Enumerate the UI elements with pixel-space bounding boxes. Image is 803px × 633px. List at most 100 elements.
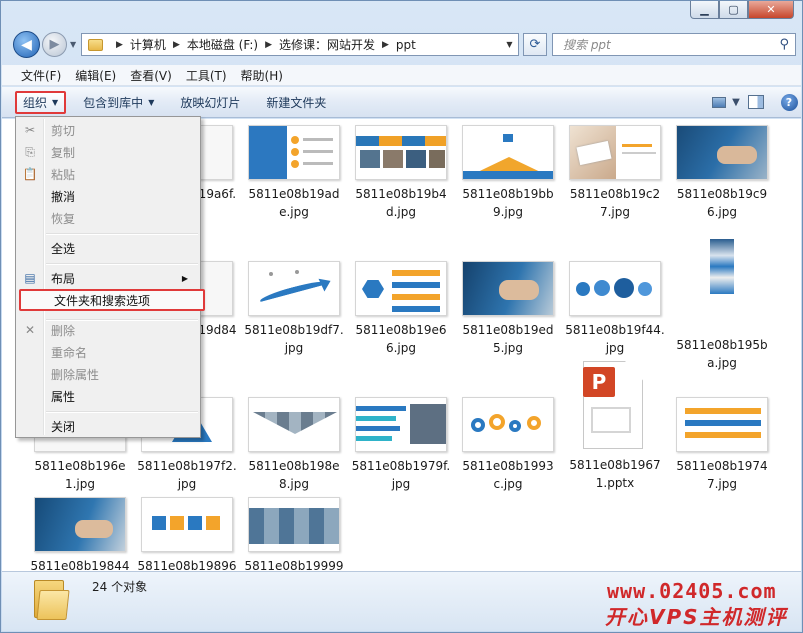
- menu-item-label: 重命名: [51, 345, 88, 360]
- file-name: 5811e08b19c96.jpg: [676, 187, 768, 219]
- organize-label: 组织: [23, 95, 48, 110]
- file-thumbnail: [248, 397, 340, 452]
- image-file-item[interactable]: 5811e08b195ba.jpg: [672, 239, 772, 372]
- breadcrumb-ppt[interactable]: ppt: [396, 38, 416, 52]
- image-file-item[interactable]: 5811e08b19999: [244, 497, 344, 571]
- help-icon: ?: [780, 93, 798, 111]
- menu-item-label: 全选: [51, 241, 76, 256]
- address-dropdown-icon[interactable]: ▼: [501, 34, 518, 55]
- image-file-item[interactable]: 5811e08b19ed5.jpg: [458, 261, 558, 357]
- breadcrumb-separator-icon[interactable]: ▶: [116, 40, 123, 50]
- search-input[interactable]: 搜索 ppt ⚲: [552, 33, 796, 56]
- menu-item-redo[interactable]: 恢复: [18, 207, 198, 229]
- menu-item-label: 删除: [51, 323, 76, 338]
- menu-item-layout[interactable]: ▤ 布局 ▶: [18, 267, 198, 289]
- change-view-button[interactable]: ▼: [711, 91, 741, 113]
- file-thumbnail: [248, 261, 340, 316]
- breadcrumb-course[interactable]: 选修课：网站开发: [279, 36, 375, 53]
- maximize-button[interactable]: ▢: [719, 1, 748, 19]
- breadcrumb-computer[interactable]: 计算机: [130, 36, 166, 53]
- include-in-library-button[interactable]: 包含到库中 ▼: [74, 91, 163, 114]
- new-folder-button[interactable]: 新建文件夹: [257, 91, 335, 114]
- file-name: 5811e08b198e8.jpg: [248, 459, 340, 491]
- file-thumbnail: [141, 497, 233, 552]
- menu-item-select-all[interactable]: 全选: [18, 237, 198, 259]
- menu-item-copy[interactable]: ⎘ 复制: [18, 141, 198, 163]
- recent-pages-dropdown-icon[interactable]: ▼: [70, 40, 76, 49]
- file-name: 5811e08b195ba.jpg: [676, 338, 768, 370]
- menu-item-paste[interactable]: 📋 粘贴: [18, 163, 198, 185]
- back-button[interactable]: ◀: [13, 31, 40, 58]
- image-file-item[interactable]: 5811e08b19747.jpg: [672, 397, 772, 493]
- menu-view[interactable]: 查看(V): [130, 67, 172, 84]
- menu-tools[interactable]: 工具(T): [186, 67, 227, 84]
- breadcrumb-separator-icon[interactable]: ▶: [265, 40, 272, 50]
- menu-item-rename[interactable]: 重命名: [18, 341, 198, 363]
- menu-item-label: 粘贴: [51, 167, 76, 182]
- file-thumbnail: [355, 397, 447, 452]
- image-file-item[interactable]: 5811e08b19f44.jpg: [565, 261, 665, 357]
- image-file-item[interactable]: 5811e08b19896: [137, 497, 237, 571]
- breadcrumb-drive[interactable]: 本地磁盘 (F:): [187, 36, 258, 53]
- image-file-item[interactable]: 5811e08b19e66.jpg: [351, 261, 451, 357]
- pptx-file-item[interactable]: P 5811e08b19671.pptx: [565, 361, 665, 492]
- folder-icon: [88, 38, 103, 51]
- file-name: 5811e08b19c27.jpg: [569, 187, 661, 219]
- file-thumbnail: [355, 261, 447, 316]
- menu-item-label: 文件夹和搜索选项: [54, 293, 151, 308]
- slideshow-button[interactable]: 放映幻灯片: [171, 91, 249, 114]
- chevron-down-icon: ▼: [148, 97, 155, 107]
- minimize-button[interactable]: ▁: [690, 1, 719, 19]
- refresh-button[interactable]: ⟳: [523, 33, 547, 56]
- file-name: 5811e08b19747.jpg: [676, 459, 768, 491]
- preview-pane-icon: [748, 95, 764, 109]
- menu-item-delete[interactable]: ✕ 删除: [18, 319, 198, 341]
- help-button[interactable]: ?: [771, 91, 801, 113]
- menu-item-folder-options[interactable]: 文件夹和搜索选项: [19, 289, 205, 311]
- address-bar[interactable]: ▶ 计算机 ▶ 本地磁盘 (F:) ▶ 选修课：网站开发 ▶ ppt ▼: [81, 33, 519, 56]
- image-file-item[interactable]: 5811e08b19c27.jpg: [565, 125, 665, 221]
- preview-pane-button[interactable]: [741, 91, 771, 113]
- menu-item-properties[interactable]: 属性: [18, 385, 198, 407]
- watermark-url: www.02405.com: [607, 579, 777, 603]
- menu-edit[interactable]: 编辑(E): [75, 67, 116, 84]
- image-file-item[interactable]: 5811e08b19844: [30, 497, 130, 571]
- breadcrumb-separator-icon[interactable]: ▶: [173, 40, 180, 50]
- file-thumbnail: [462, 125, 554, 180]
- layout-icon: ▤: [24, 271, 36, 285]
- menu-item-label: 关闭: [51, 419, 76, 434]
- search-placeholder: 搜索 ppt: [563, 38, 611, 52]
- image-file-item[interactable]: 5811e08b19bb9.jpg: [458, 125, 558, 221]
- image-file-item[interactable]: 5811e08b19c96.jpg: [672, 125, 772, 221]
- menu-item-close[interactable]: 关闭: [18, 415, 198, 437]
- scissors-icon: ✂: [24, 123, 36, 137]
- delete-icon: ✕: [24, 323, 36, 337]
- image-file-item[interactable]: 5811e08b19ade.jpg: [244, 125, 344, 221]
- explorer-window: ▁ ▢ ✕ ◀ ▶ ▼ ▶ 计算机 ▶ 本地磁盘 (F:) ▶ 选修课：网站开发…: [0, 0, 803, 633]
- image-file-item[interactable]: 5811e08b19b4d.jpg: [351, 125, 451, 221]
- organize-button[interactable]: 组织 ▼: [15, 90, 67, 114]
- include-label: 包含到库中: [83, 95, 144, 110]
- search-icon[interactable]: ⚲: [779, 37, 789, 52]
- file-name: 5811e08b19df7.jpg: [244, 323, 344, 355]
- file-thumbnail: [676, 239, 768, 331]
- menu-item-cut[interactable]: ✂ 剪切: [18, 119, 198, 141]
- forward-button[interactable]: ▶: [42, 32, 67, 57]
- image-file-item[interactable]: 5811e08b198e8.jpg: [244, 397, 344, 493]
- menu-item-label: 剪切: [51, 123, 76, 138]
- menu-file[interactable]: 文件(F): [21, 67, 61, 84]
- menu-help[interactable]: 帮助(H): [241, 67, 283, 84]
- menu-item-undo[interactable]: 撤消: [18, 185, 198, 207]
- menu-item-remove-properties[interactable]: 删除属性: [18, 363, 198, 385]
- toolbar-right: ▼ ?: [711, 91, 801, 113]
- image-file-item[interactable]: 5811e08b19df7.jpg: [244, 261, 344, 357]
- copy-icon: ⎘: [25, 145, 35, 159]
- file-thumbnail: [462, 261, 554, 316]
- menu-item-label: 删除属性: [51, 367, 100, 382]
- file-name: 5811e08b1993c.jpg: [462, 459, 554, 491]
- submenu-arrow-icon: ▶: [181, 273, 188, 283]
- image-file-item[interactable]: 5811e08b1979f.jpg: [351, 397, 451, 493]
- image-file-item[interactable]: 5811e08b1993c.jpg: [458, 397, 558, 493]
- breadcrumb-separator-icon[interactable]: ▶: [382, 40, 389, 50]
- close-button[interactable]: ✕: [748, 1, 794, 19]
